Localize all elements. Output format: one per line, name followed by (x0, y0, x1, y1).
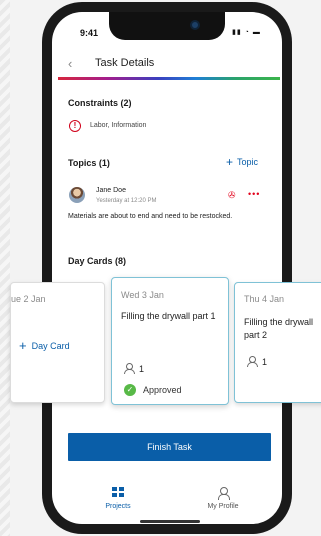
warning-icon: ! (69, 120, 81, 132)
tab-label: My Profile (207, 503, 239, 510)
day-card-date: Thu 4 Jan (244, 294, 285, 304)
plus-icon: + (19, 338, 27, 353)
topics-heading: Topics (1) (68, 158, 110, 168)
status-badge: Approved (143, 385, 182, 395)
status-icons: ▮▮ ◔ ▬ (232, 29, 261, 36)
day-card-people: 1 (247, 356, 267, 367)
constraints-list[interactable]: Labor, Information (90, 122, 146, 129)
add-day-card-label: Day Card (31, 341, 70, 351)
person-icon (247, 356, 258, 367)
check-icon: ✓ (124, 384, 136, 396)
day-card-tue[interactable]: ue 2 Jan + Day Card (10, 282, 105, 403)
person-icon (218, 487, 230, 500)
background-strip (0, 0, 10, 536)
day-card-wed[interactable]: Wed 3 Jan Filling the drywall part 1 1 ✓… (111, 277, 229, 405)
day-card-thu[interactable]: Thu 4 Jan Filling the drywall part 2 1 (234, 282, 321, 403)
brand-divider (58, 77, 280, 80)
day-card-people: 1 (124, 363, 144, 374)
day-card-people-count: 1 (262, 357, 268, 367)
topic-author: Jane Doe (96, 187, 126, 194)
day-card-task: Filling the drywall part 2 (244, 317, 314, 340)
add-day-card-button[interactable]: + Day Card (19, 338, 70, 353)
plus-icon: + (226, 155, 234, 169)
day-card-date: ue 2 Jan (11, 294, 46, 304)
camera-icon (190, 20, 200, 30)
page-title: Task Details (95, 57, 155, 69)
urgent-flag-icon: ✇ (228, 190, 236, 200)
day-card-task: Filling the drywall part 1 (121, 311, 216, 321)
topic-message: Materials are about to end and need to b… (68, 213, 233, 220)
topic-timestamp: Yesterday at 12:20 PM (96, 198, 157, 204)
back-icon[interactable]: ‹ (68, 56, 72, 71)
tab-my-profile[interactable]: My Profile (198, 487, 248, 510)
constraints-heading: Constraints (2) (68, 98, 132, 108)
day-cards-heading: Day Cards (8) (68, 256, 127, 266)
grid-icon (112, 487, 124, 498)
person-icon (124, 363, 135, 374)
finish-task-button[interactable]: Finish Task (68, 433, 271, 461)
avatar (69, 187, 85, 203)
add-topic-button[interactable]: + Topic (226, 155, 258, 169)
status-time: 9:41 (80, 28, 99, 38)
day-card-date: Wed 3 Jan (121, 290, 164, 300)
home-indicator (140, 520, 200, 523)
day-card-people-count: 1 (139, 364, 145, 374)
tab-label: Projects (105, 503, 131, 510)
tab-projects[interactable]: Projects (96, 487, 140, 510)
add-topic-label: Topic (237, 157, 259, 167)
phone-notch (109, 12, 225, 40)
more-options-icon[interactable]: ••• (248, 189, 260, 199)
